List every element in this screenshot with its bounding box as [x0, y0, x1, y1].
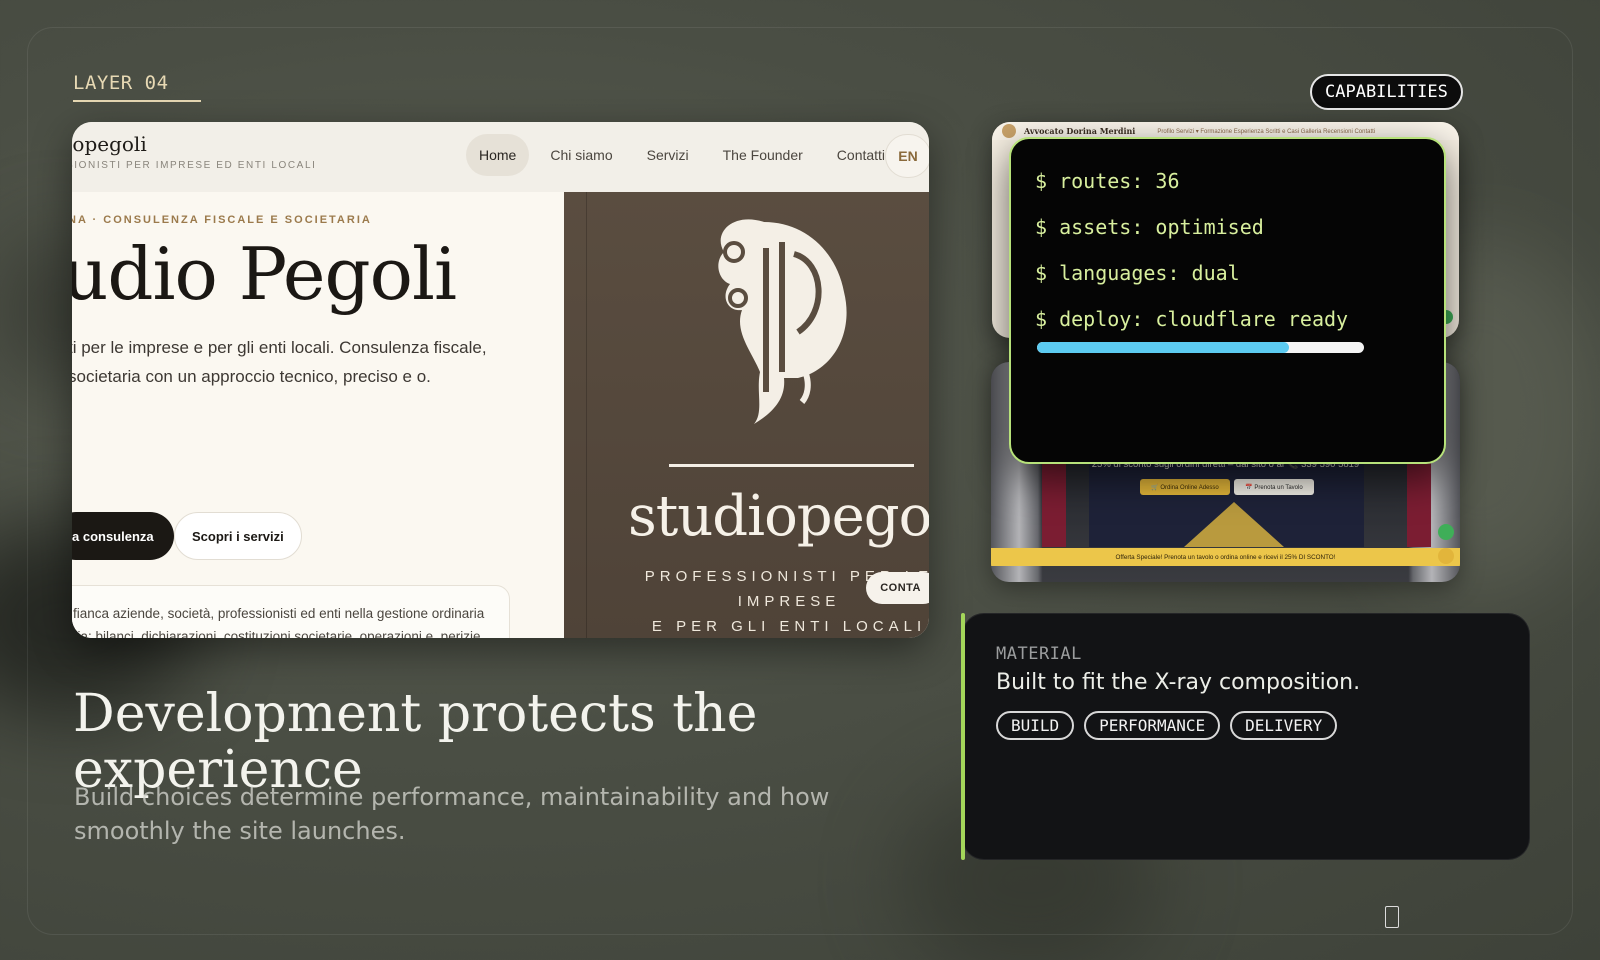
- preview-nav-menu: Home Chi siamo Servizi The Founder Conta…: [466, 134, 898, 176]
- material-label: MATERIAL: [996, 644, 1082, 664]
- device-icon: [1385, 906, 1399, 928]
- offer-banner: Offerta Speciale! Prenota un tavolo o or…: [991, 548, 1460, 566]
- phone-icon[interactable]: [1438, 524, 1454, 540]
- calendar-icon[interactable]: [1438, 548, 1454, 564]
- deploy-terminal: $ routes: 36 $ assets: optimised $ langu…: [1009, 137, 1446, 464]
- consultation-button[interactable]: a consulenza: [72, 512, 174, 560]
- studio-logo-icon: [718, 219, 847, 424]
- layer-label: LAYER 04: [73, 72, 201, 102]
- info-card: fianca aziende, società, professionisti …: [72, 585, 510, 638]
- nav-item-founder[interactable]: The Founder: [710, 134, 816, 176]
- terminal-line: $ assets: optimised: [1035, 215, 1264, 239]
- book-table-button[interactable]: 📅 Prenota un Tavolo: [1234, 479, 1314, 495]
- logo-divider: [669, 464, 914, 467]
- banner-red: [1407, 457, 1431, 547]
- preview-navbar: iopegoli SIONISTI PER IMPRESE ED ENTI LO…: [72, 122, 929, 192]
- tag-build: BUILD: [996, 711, 1075, 740]
- preview-brand[interactable]: iopegoli SIONISTI PER IMPRESE ED ENTI LO…: [72, 132, 317, 171]
- hero-kicker: NA · CONSULENZA FISCALE E SOCIETARIA: [72, 214, 372, 226]
- brand-name: iopegoli: [72, 132, 147, 156]
- nav-item-home[interactable]: Home: [466, 134, 530, 176]
- contact-floating-button[interactable]: CONTA: [866, 572, 929, 604]
- capabilities-badge: CAPABILITIES: [1310, 74, 1463, 110]
- material-tags: BUILD PERFORMANCE DELIVERY: [996, 711, 1529, 740]
- material-accent-bar: [961, 613, 965, 860]
- hero-description: ti per le imprese e per gli enti locali.…: [72, 338, 487, 386]
- brand-subtitle: SIONISTI PER IMPRESE ED ENTI LOCALI: [72, 160, 317, 171]
- section-subline: Build choices determine performance, mai…: [74, 783, 830, 845]
- hero-title: udio Pegoli: [72, 232, 457, 316]
- thumbnail-site-name: Avvocato Dorina Merdini: [1024, 126, 1136, 136]
- material-title: Built to fit the X-ray composition.: [996, 670, 1361, 695]
- discover-services-button[interactable]: Scopri i servizi: [174, 512, 302, 560]
- terminal-line: $ languages: dual: [1035, 261, 1240, 285]
- language-toggle[interactable]: EN: [885, 134, 929, 178]
- terminal-line: $ routes: 36: [1035, 169, 1180, 193]
- preview-hero: NA · CONSULENZA FISCALE E SOCIETARIA udi…: [72, 192, 564, 638]
- tag-performance: PERFORMANCE: [1084, 711, 1221, 740]
- progress-fill: [1037, 342, 1289, 353]
- deploy-progress-bar: [1037, 342, 1364, 353]
- roof-shape: [1184, 502, 1284, 547]
- preview-logo-panel: studiopegol PROFESSIONISTI PER LE IMPRES…: [564, 192, 929, 638]
- tag-delivery: DELIVERY: [1230, 711, 1338, 740]
- lawyer-logo-icon: [1002, 124, 1016, 138]
- tagline-line: E PER GLI ENTI LOCALI: [651, 618, 927, 635]
- nav-item-servizi[interactable]: Servizi: [634, 134, 702, 176]
- thumbnail-nav-links: Profilo Servizi ▾ Formazione Esperienza …: [1157, 128, 1376, 135]
- logo-wordmark: studiopegol: [628, 484, 929, 549]
- banner-red: [1042, 457, 1066, 547]
- website-preview[interactable]: iopegoli SIONISTI PER IMPRESE ED ENTI LO…: [72, 122, 929, 638]
- material-card: MATERIAL Built to fit the X-ray composit…: [962, 613, 1530, 860]
- nav-item-chi-siamo[interactable]: Chi siamo: [537, 134, 625, 176]
- order-online-button[interactable]: 🛒 Ordina Online Adesso: [1140, 479, 1230, 495]
